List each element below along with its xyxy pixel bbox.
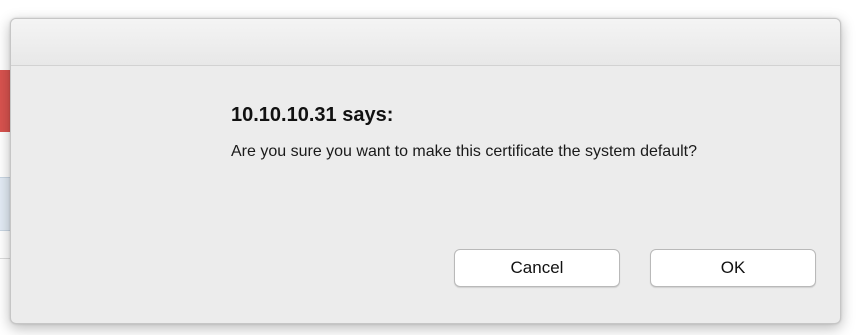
javascript-confirm-dialog: 10.10.10.31 says: Are you sure you want …: [10, 18, 841, 324]
browser-page-background: 10.10.10.31 says: Are you sure you want …: [0, 0, 859, 335]
cancel-button[interactable]: Cancel: [454, 249, 620, 287]
dialog-titlebar[interactable]: [11, 19, 840, 66]
ok-button[interactable]: OK: [650, 249, 816, 287]
dialog-heading: 10.10.10.31 says:: [231, 104, 394, 126]
dialog-content: 10.10.10.31 says: Are you sure you want …: [231, 103, 791, 162]
dialog-message: Are you sure you want to make this certi…: [231, 143, 697, 160]
dialog-button-row: Cancel OK: [454, 249, 816, 287]
